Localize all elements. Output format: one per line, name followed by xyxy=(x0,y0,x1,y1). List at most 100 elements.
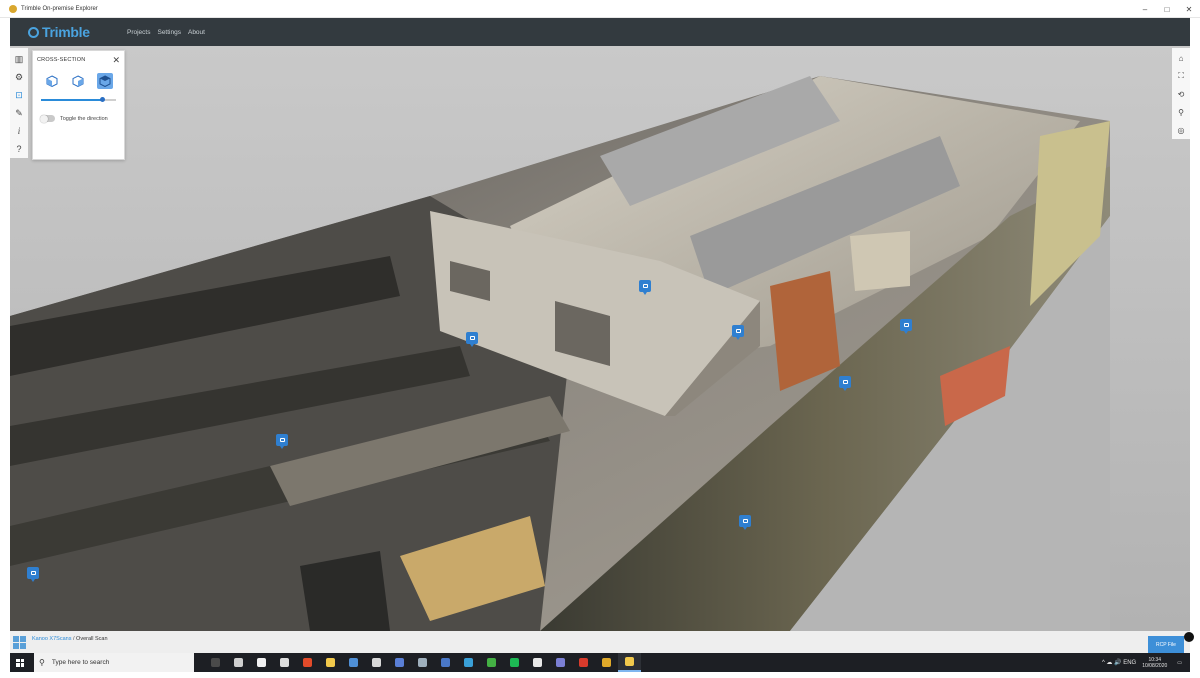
app-icon xyxy=(9,4,17,13)
windows-taskbar: ⚲ Type here to search ^ ☁ 🔊 ENG 10:34 10… xyxy=(10,653,1190,672)
app-glyph-icon xyxy=(556,658,565,667)
cube-z-icon xyxy=(99,75,111,87)
taskbar-app-icon[interactable] xyxy=(549,653,572,672)
taskbar-app-icon[interactable] xyxy=(250,653,273,672)
taskbar-app-icon[interactable] xyxy=(273,653,296,672)
section-z-button[interactable] xyxy=(96,73,113,89)
system-tray: ^ ☁ 🔊 ENG 10:34 10/08/2020 ▭ xyxy=(1102,653,1182,672)
tray-icons[interactable]: ^ ☁ 🔊 ENG xyxy=(1102,659,1136,666)
camera-marker-icon[interactable] xyxy=(276,434,288,449)
direction-toggle-row: Toggle the direction xyxy=(40,114,124,123)
app-glyph-icon xyxy=(280,658,289,667)
fullscreen-icon[interactable]: ⛶ xyxy=(1172,67,1190,85)
rotate-icon[interactable]: ⟲ xyxy=(1172,85,1190,103)
section-mode-buttons xyxy=(33,65,124,89)
ruler-icon[interactable]: ✎ xyxy=(10,104,28,122)
grid-menu-icon[interactable] xyxy=(13,635,26,649)
slider-thumb[interactable] xyxy=(100,97,105,102)
nav-settings[interactable]: Settings xyxy=(157,29,181,36)
app-header: Trimble Projects Settings About xyxy=(10,18,1190,46)
crop-icon[interactable]: ⊡ xyxy=(10,86,28,104)
taskbar-app-icon[interactable] xyxy=(595,653,618,672)
help-icon[interactable]: ? xyxy=(10,140,28,158)
nav-about[interactable]: About xyxy=(188,29,205,36)
search-icon: ⚲ xyxy=(39,658,45,667)
taskbar-app-icon[interactable] xyxy=(319,653,342,672)
gear-icon[interactable]: ⚙ xyxy=(10,68,28,86)
taskbar-app-icon[interactable] xyxy=(365,653,388,672)
home-icon[interactable]: ⌂ xyxy=(1172,49,1190,67)
taskbar-app-icon[interactable] xyxy=(296,653,319,672)
maximize-button[interactable]: □ xyxy=(1156,0,1178,18)
taskbar-apps xyxy=(204,653,641,672)
taskbar-app-icon[interactable] xyxy=(411,653,434,672)
taskbar-app-icon[interactable] xyxy=(227,653,250,672)
close-icon[interactable]: ✕ xyxy=(112,55,120,64)
map-icon[interactable]: ▥ xyxy=(10,50,28,68)
camera-marker-icon[interactable] xyxy=(27,567,39,582)
search-placeholder: Type here to search xyxy=(51,659,110,666)
right-toolbar: ⌂ ⛶ ⟲ ⚲ ◎ xyxy=(1172,48,1190,139)
app-glyph-icon xyxy=(510,658,519,667)
panel-header: CROSS-SECTION ✕ xyxy=(33,51,124,65)
breadcrumb-project-link[interactable]: Kanoo X7Scans xyxy=(32,636,71,642)
taskbar-app-icon[interactable] xyxy=(480,653,503,672)
taskbar-search[interactable]: ⚲ Type here to search xyxy=(34,653,194,672)
start-button[interactable] xyxy=(10,653,30,672)
taskbar-app-icon[interactable] xyxy=(618,653,641,672)
taskbar-app-icon[interactable] xyxy=(204,653,227,672)
camera-marker-icon[interactable] xyxy=(639,280,651,295)
windows-logo-icon xyxy=(16,658,24,667)
close-window-button[interactable]: ✕ xyxy=(1178,0,1200,18)
taskbar-app-icon[interactable] xyxy=(503,653,526,672)
trimble-logo-icon xyxy=(28,26,39,38)
section-x-button[interactable] xyxy=(44,73,60,89)
compass-icon[interactable]: ◎ xyxy=(1172,121,1190,139)
panel-title: CROSS-SECTION xyxy=(37,56,86,63)
camera-marker-icon[interactable] xyxy=(839,376,851,391)
window-title: Trimble On-premise Explorer xyxy=(21,5,98,12)
clock[interactable]: 10:34 10/08/2020 xyxy=(1142,657,1167,669)
nav-projects[interactable]: Projects xyxy=(127,29,150,36)
taskbar-app-icon[interactable] xyxy=(457,653,480,672)
taskbar-app-icon[interactable] xyxy=(572,653,595,672)
camera-marker-icon[interactable] xyxy=(900,319,912,334)
app-glyph-icon xyxy=(395,658,404,667)
section-y-button[interactable] xyxy=(70,73,86,89)
app-glyph-icon xyxy=(234,658,243,667)
slider-fill xyxy=(41,99,103,101)
notifications-icon[interactable]: ▭ xyxy=(1177,660,1182,666)
rcp-file-button[interactable]: RCP File xyxy=(1148,636,1184,653)
app-glyph-icon xyxy=(464,658,473,667)
brand-logo[interactable]: Trimble xyxy=(28,24,120,40)
app-glyph-icon xyxy=(372,658,381,667)
app-glyph-icon xyxy=(257,658,266,667)
app-glyph-icon xyxy=(349,658,358,667)
window-titlebar: Trimble On-premise Explorer – □ ✕ xyxy=(0,0,1200,18)
app-glyph-icon xyxy=(326,658,335,667)
minimize-button[interactable]: – xyxy=(1134,0,1156,18)
direction-toggle[interactable] xyxy=(40,114,55,123)
taskbar-app-icon[interactable] xyxy=(434,653,457,672)
camera-marker-icon[interactable] xyxy=(739,515,751,530)
notification-badge xyxy=(1184,632,1194,642)
app-glyph-icon xyxy=(625,657,634,666)
info-icon[interactable]: i xyxy=(10,122,28,140)
camera-marker-icon[interactable] xyxy=(466,332,478,347)
toggle-label: Toggle the direction xyxy=(60,115,108,122)
taskbar-app-icon[interactable] xyxy=(342,653,365,672)
walk-icon[interactable]: ⚲ xyxy=(1172,103,1190,121)
app-glyph-icon xyxy=(418,658,427,667)
brand-name: Trimble xyxy=(42,24,90,40)
app-glyph-icon xyxy=(533,658,542,667)
section-slider[interactable] xyxy=(41,97,116,103)
taskbar-app-icon[interactable] xyxy=(526,653,549,672)
taskbar-app-icon[interactable] xyxy=(388,653,411,672)
app-glyph-icon xyxy=(211,658,220,667)
status-bar: Kanoo X7Scans / Overall Scan RCP File xyxy=(10,631,1194,653)
point-cloud-viewport[interactable] xyxy=(10,46,1190,631)
cube-x-icon xyxy=(46,75,58,87)
app-glyph-icon xyxy=(579,658,588,667)
camera-marker-icon[interactable] xyxy=(732,325,744,340)
breadcrumb: Kanoo X7Scans / Overall Scan xyxy=(32,636,108,642)
